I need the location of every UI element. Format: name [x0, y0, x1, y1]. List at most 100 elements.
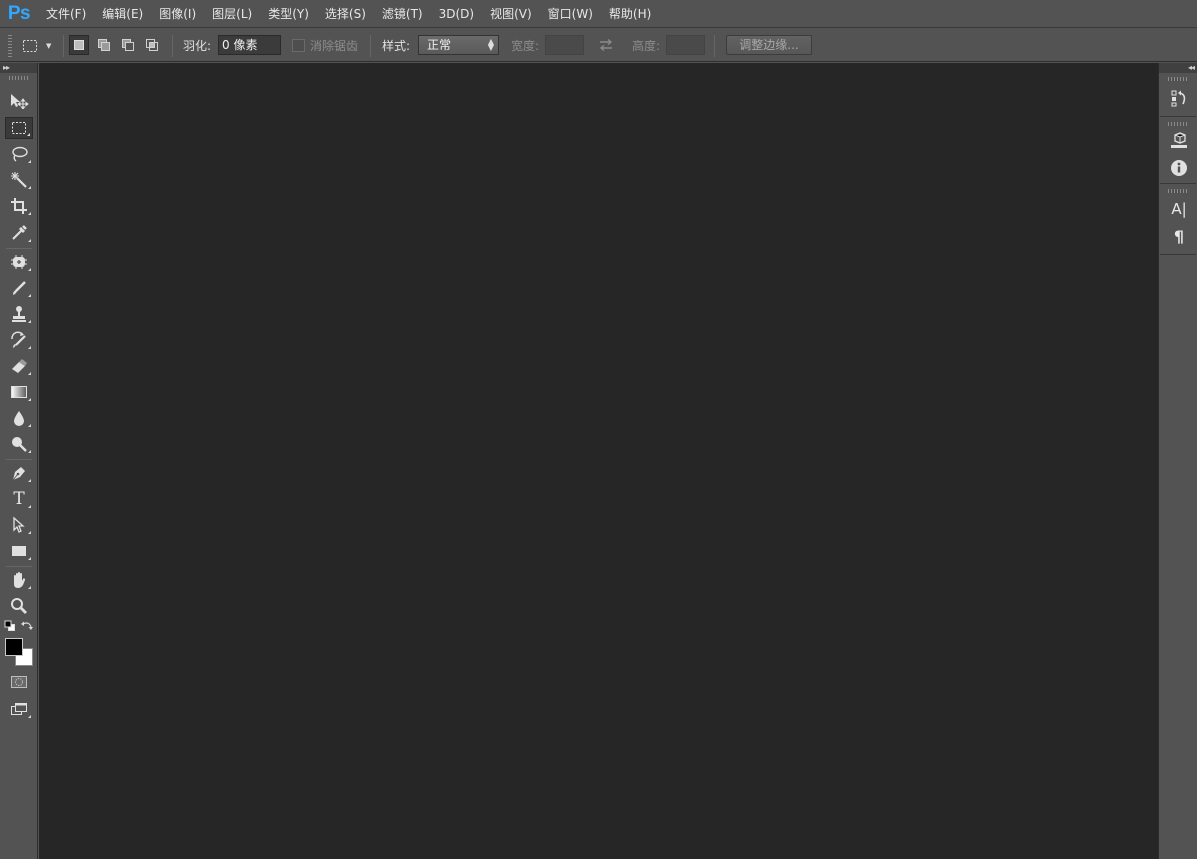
- style-select-value: 正常: [427, 38, 452, 52]
- foreground-color-swatch[interactable]: [5, 638, 23, 656]
- magic-wand-icon: [11, 172, 27, 188]
- spot-healing-tool[interactable]: [5, 251, 33, 273]
- style-select[interactable]: 正常 ▲ ▼: [418, 35, 499, 55]
- screen-mode-button[interactable]: [5, 698, 33, 720]
- submenu-indicator: [28, 320, 31, 323]
- menu-file[interactable]: 文件(F): [38, 0, 94, 28]
- options-bar-grip[interactable]: [8, 35, 12, 57]
- width-input[interactable]: [545, 35, 584, 55]
- menu-layer[interactable]: 图层(L): [204, 0, 260, 28]
- menu-bar: Ps 文件(F) 编辑(E) 图像(I) 图层(L) 类型(Y) 选择(S) 滤…: [0, 0, 1197, 28]
- rectangle-shape-icon: [12, 546, 26, 556]
- rectangular-marquee-tool[interactable]: [5, 117, 33, 139]
- expand-panels-button[interactable]: ◂◂: [1159, 63, 1197, 73]
- menu-edit[interactable]: 编辑(E): [94, 0, 151, 28]
- type-tool[interactable]: T: [5, 488, 33, 510]
- magic-wand-tool[interactable]: [5, 169, 33, 191]
- refine-edge-button[interactable]: 调整边缘...: [726, 35, 812, 55]
- hand-tool[interactable]: [5, 569, 33, 591]
- panel-dock: ◂◂ A| ¶: [1158, 63, 1197, 859]
- tool-group-divider: [6, 248, 32, 249]
- history-panel-button[interactable]: [1167, 86, 1191, 110]
- paragraph-icon: ¶: [1173, 226, 1185, 246]
- menu-3d[interactable]: 3D(D): [431, 0, 482, 28]
- submenu-indicator: [28, 531, 31, 534]
- paragraph-panel-button[interactable]: ¶: [1167, 224, 1191, 248]
- move-icon: [11, 94, 29, 109]
- pen-tool[interactable]: [5, 462, 33, 484]
- zoom-tool[interactable]: [5, 595, 33, 617]
- menu-window[interactable]: 窗口(W): [540, 0, 601, 28]
- new-selection-button[interactable]: [69, 35, 89, 55]
- 3d-panel-button[interactable]: [1167, 129, 1191, 153]
- options-bar: ▼ 羽化: 0 像素 消除锯齿 样式: 正常 ▲ ▼ 宽度: 高度: 调整边缘..…: [0, 29, 1197, 62]
- toolbox-grip[interactable]: [9, 76, 29, 80]
- submenu-indicator: [28, 557, 31, 560]
- brush-tool[interactable]: [5, 277, 33, 299]
- double-chevron-left-icon: ◂◂: [1187, 63, 1195, 72]
- height-input[interactable]: [666, 35, 705, 55]
- add-to-selection-icon: [98, 39, 110, 51]
- submenu-indicator: [28, 212, 31, 215]
- quick-mask-button[interactable]: [5, 671, 33, 693]
- clone-stamp-tool[interactable]: [5, 303, 33, 325]
- blur-icon: [14, 411, 24, 426]
- dock-grip[interactable]: [1168, 189, 1188, 193]
- menu-type[interactable]: 类型(Y): [260, 0, 317, 28]
- quick-mask-icon: [11, 676, 27, 688]
- intersect-selection-icon: [146, 39, 158, 51]
- style-label: 样式:: [382, 39, 411, 53]
- move-tool[interactable]: [5, 90, 33, 112]
- zoom-icon: [11, 598, 27, 614]
- submenu-indicator: [28, 586, 31, 589]
- submenu-indicator: [28, 160, 31, 163]
- tool-group-divider: [6, 566, 32, 567]
- info-panel-button[interactable]: [1167, 156, 1191, 180]
- submenu-indicator: [28, 479, 31, 482]
- tool-preset-picker[interactable]: ▼: [22, 35, 58, 57]
- dock-grip[interactable]: [1168, 122, 1188, 126]
- blur-tool[interactable]: [5, 407, 33, 429]
- eyedropper-tool[interactable]: [5, 222, 33, 244]
- dodge-icon: [12, 437, 27, 452]
- default-colors-button[interactable]: [4, 620, 16, 632]
- gradient-tool[interactable]: [5, 381, 33, 403]
- submenu-indicator: [28, 505, 31, 508]
- dodge-tool[interactable]: [5, 433, 33, 455]
- rectangular-marquee-icon: [12, 122, 26, 134]
- menu-help[interactable]: 帮助(H): [601, 0, 659, 28]
- rectangular-marquee-icon: [23, 40, 37, 52]
- intersect-selection-button[interactable]: [142, 35, 162, 55]
- dock-grip[interactable]: [1168, 77, 1188, 81]
- path-selection-tool[interactable]: [5, 514, 33, 536]
- hand-icon: [14, 572, 26, 588]
- swap-width-height-button[interactable]: [597, 38, 615, 52]
- submenu-indicator: [28, 398, 31, 401]
- crop-icon: [11, 198, 27, 214]
- antialias-checkbox[interactable]: [292, 39, 305, 52]
- swap-colors-button[interactable]: [21, 620, 33, 632]
- divider: [172, 35, 173, 57]
- collapse-toolbox-button[interactable]: ▸▸: [0, 63, 37, 73]
- path-selection-icon: [13, 516, 25, 533]
- history-brush-tool[interactable]: [5, 329, 33, 351]
- add-to-selection-button[interactable]: [94, 35, 114, 55]
- lasso-icon: [12, 146, 28, 162]
- menu-select[interactable]: 选择(S): [317, 0, 374, 28]
- submenu-indicator: [27, 133, 30, 136]
- brush-icon: [13, 281, 26, 295]
- character-panel-button[interactable]: A|: [1167, 197, 1191, 221]
- menu-view[interactable]: 视图(V): [482, 0, 540, 28]
- subtract-from-selection-button[interactable]: [118, 35, 138, 55]
- document-canvas-area[interactable]: [39, 63, 1158, 859]
- double-chevron-right-icon: ▸▸: [3, 63, 10, 72]
- eraser-tool[interactable]: [5, 355, 33, 377]
- eyedropper-icon: [12, 225, 27, 240]
- tool-group-divider: [6, 459, 32, 460]
- feather-input[interactable]: 0 像素: [218, 35, 281, 55]
- rectangle-tool[interactable]: [5, 540, 33, 562]
- menu-image[interactable]: 图像(I): [151, 0, 204, 28]
- crop-tool[interactable]: [5, 195, 33, 217]
- menu-filter[interactable]: 滤镜(T): [374, 0, 431, 28]
- lasso-tool[interactable]: [5, 143, 33, 165]
